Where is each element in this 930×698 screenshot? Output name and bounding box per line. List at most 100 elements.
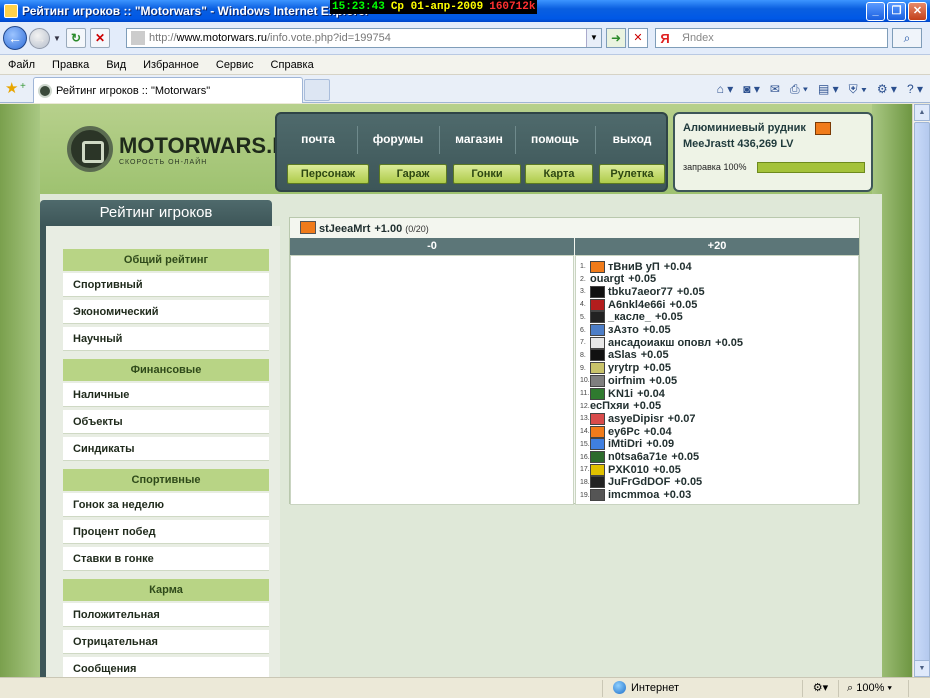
- menu-view[interactable]: Вид: [98, 55, 135, 75]
- go-button[interactable]: ➜: [606, 28, 626, 48]
- resize-grip[interactable]: [908, 680, 930, 697]
- stop-button[interactable]: ✕: [90, 28, 110, 48]
- rss-feed-icon[interactable]: ◙ ▾: [740, 79, 763, 99]
- vote-row: 14. ey6Pc +0.04: [580, 425, 672, 438]
- btn-roulette[interactable]: Рулетка: [599, 164, 665, 184]
- voter-name[interactable]: asyeDipisr: [608, 413, 664, 425]
- vote-number: 11.: [580, 390, 590, 397]
- minimize-button[interactable]: _: [866, 2, 885, 21]
- sidebar-item-messages[interactable]: Сообщения: [63, 657, 269, 677]
- restore-button[interactable]: ❐: [887, 2, 906, 21]
- history-dropdown-icon[interactable]: ▼: [52, 34, 62, 43]
- tab-current[interactable]: Рейтинг игроков :: "Motorwars": [33, 77, 303, 103]
- page-icon: [131, 31, 145, 45]
- scroll-thumb[interactable]: [914, 122, 930, 662]
- vote-row: 3. tbku7aeor77 +0.05: [580, 285, 705, 298]
- help-icon[interactable]: ? ▾: [904, 79, 926, 99]
- search-button[interactable]: ⌕: [892, 28, 922, 48]
- sidebar-item-negative[interactable]: Отрицательная: [63, 630, 269, 654]
- voter-name[interactable]: imcmmoa: [608, 489, 659, 501]
- voter-name[interactable]: ouargt: [590, 273, 624, 285]
- scroll-down-icon[interactable]: ▼: [914, 660, 930, 677]
- menu-favorites[interactable]: Избранное: [135, 55, 208, 75]
- top-link-forums[interactable]: форумы: [363, 132, 433, 146]
- voter-name[interactable]: PXK010: [608, 464, 649, 476]
- menu-tools[interactable]: Сервис: [208, 55, 263, 75]
- search-box[interactable]: Я Яndex: [655, 28, 888, 48]
- forward-button[interactable]: →: [29, 27, 50, 49]
- voter-name[interactable]: n0tsa6a71e: [608, 451, 667, 463]
- sidebar-item-sport[interactable]: Спортивный: [63, 273, 269, 297]
- page-menu-icon[interactable]: ▤ ▾: [815, 79, 842, 99]
- security-zone[interactable]: Интернет: [602, 680, 802, 697]
- mail-icon[interactable]: ✉: [767, 79, 783, 99]
- scroll-up-icon[interactable]: ▲: [914, 104, 930, 121]
- tab-title: Рейтинг игроков :: "Motorwars": [56, 84, 211, 97]
- vertical-scrollbar[interactable]: ▲ ▼: [912, 104, 930, 677]
- menu-file[interactable]: Файл: [0, 55, 44, 75]
- vote-value: +0.05: [715, 336, 743, 349]
- sidebar-item-weekly-races[interactable]: Гонок за неделю: [63, 493, 269, 517]
- new-tab-button[interactable]: [304, 79, 330, 101]
- voter-name[interactable]: oirfnim: [608, 375, 645, 387]
- sidebar-item-race-bets[interactable]: Ставки в гонке: [63, 547, 269, 571]
- back-button[interactable]: ←: [3, 26, 27, 50]
- background-left: [0, 104, 40, 677]
- btn-map[interactable]: Карта: [525, 164, 593, 184]
- top-link-exit[interactable]: выход: [597, 132, 667, 146]
- top-link-mail[interactable]: почта: [287, 132, 349, 146]
- close-button[interactable]: ✕: [908, 2, 927, 21]
- add-favorite-icon[interactable]: +: [20, 81, 26, 92]
- tools-gear-icon[interactable]: ⚙ ▾: [874, 79, 900, 99]
- voter-name[interactable]: тВниВ уП: [608, 261, 660, 273]
- refresh-button[interactable]: ↻: [66, 28, 86, 48]
- menu-edit[interactable]: Правка: [44, 55, 98, 75]
- top-link-help[interactable]: помощь: [519, 132, 591, 146]
- compat-view-button[interactable]: ✕: [628, 28, 648, 48]
- vote-value: +0.05: [633, 400, 662, 413]
- voter-avatar-icon: [590, 425, 605, 438]
- sidebar-item-positive[interactable]: Положительная: [63, 603, 269, 627]
- print-icon[interactable]: ⎙ ▾: [787, 79, 811, 99]
- voter-name[interactable]: yrytrp: [608, 362, 639, 374]
- player-name[interactable]: stJeeaMrt: [319, 223, 370, 235]
- voter-name[interactable]: A6nkl4e66i: [608, 299, 665, 311]
- sidebar-item-syndicates[interactable]: Синдикаты: [63, 437, 269, 461]
- vote-number: 2.: [580, 275, 586, 283]
- btn-garage[interactable]: Гараж: [379, 164, 447, 184]
- btn-races[interactable]: Гонки: [453, 164, 521, 184]
- resource-title[interactable]: Алюминиевый рудник: [683, 122, 806, 134]
- menu-help[interactable]: Справка: [263, 55, 323, 75]
- sidebar-item-science[interactable]: Научный: [63, 327, 269, 351]
- voter-name[interactable]: JuFrGdDOF: [608, 476, 670, 488]
- clock-time: 15:23:43: [332, 1, 385, 13]
- address-url[interactable]: http://www.motorwars.ru/info.vote.php?id…: [149, 32, 391, 44]
- search-input[interactable]: Яndex: [682, 32, 714, 44]
- vote-row: 4. A6nkl4e66i +0.05: [580, 298, 697, 311]
- favorites-star-icon[interactable]: ★: [5, 81, 18, 96]
- voter-name[interactable]: tbku7aeor77: [608, 286, 673, 298]
- voter-name[interactable]: _касле_: [608, 311, 651, 323]
- btn-character[interactable]: Персонаж: [287, 164, 369, 184]
- sidebar-item-cash[interactable]: Наличные: [63, 383, 269, 407]
- voter-name[interactable]: есПхяи: [590, 400, 629, 412]
- site-logo[interactable]: MOTORWARS.RU СКОРОСТЬ ОН-ЛАЙН: [67, 126, 304, 172]
- protected-mode-icon[interactable]: ⚙▾: [802, 680, 838, 697]
- sidebar-item-objects[interactable]: Объекты: [63, 410, 269, 434]
- top-link-shop[interactable]: магазин: [444, 132, 514, 146]
- vote-number: 3.: [580, 288, 586, 296]
- voter-name[interactable]: зАзто: [608, 324, 639, 336]
- address-dropdown-icon[interactable]: ▼: [586, 29, 601, 47]
- zoom-level[interactable]: ⌕ 100% ▾: [838, 680, 908, 697]
- home-icon[interactable]: ⌂ ▾: [714, 79, 737, 99]
- voter-name[interactable]: ансадоиакш оповл: [608, 337, 711, 349]
- sidebar-item-win-percent[interactable]: Процент побед: [63, 520, 269, 544]
- vote-row: 17. PXK010 +0.05: [580, 463, 681, 476]
- safety-shield-icon[interactable]: ⛨ ▾: [846, 79, 870, 99]
- voter-name[interactable]: ey6Pc: [608, 426, 640, 438]
- voter-name[interactable]: aSlas: [608, 349, 637, 361]
- voter-name[interactable]: KN1i: [608, 388, 633, 400]
- sidebar-item-economic[interactable]: Экономический: [63, 300, 269, 324]
- voter-name[interactable]: iMtiDri: [608, 438, 642, 450]
- address-bar[interactable]: http://www.motorwars.ru/info.vote.php?id…: [126, 28, 602, 48]
